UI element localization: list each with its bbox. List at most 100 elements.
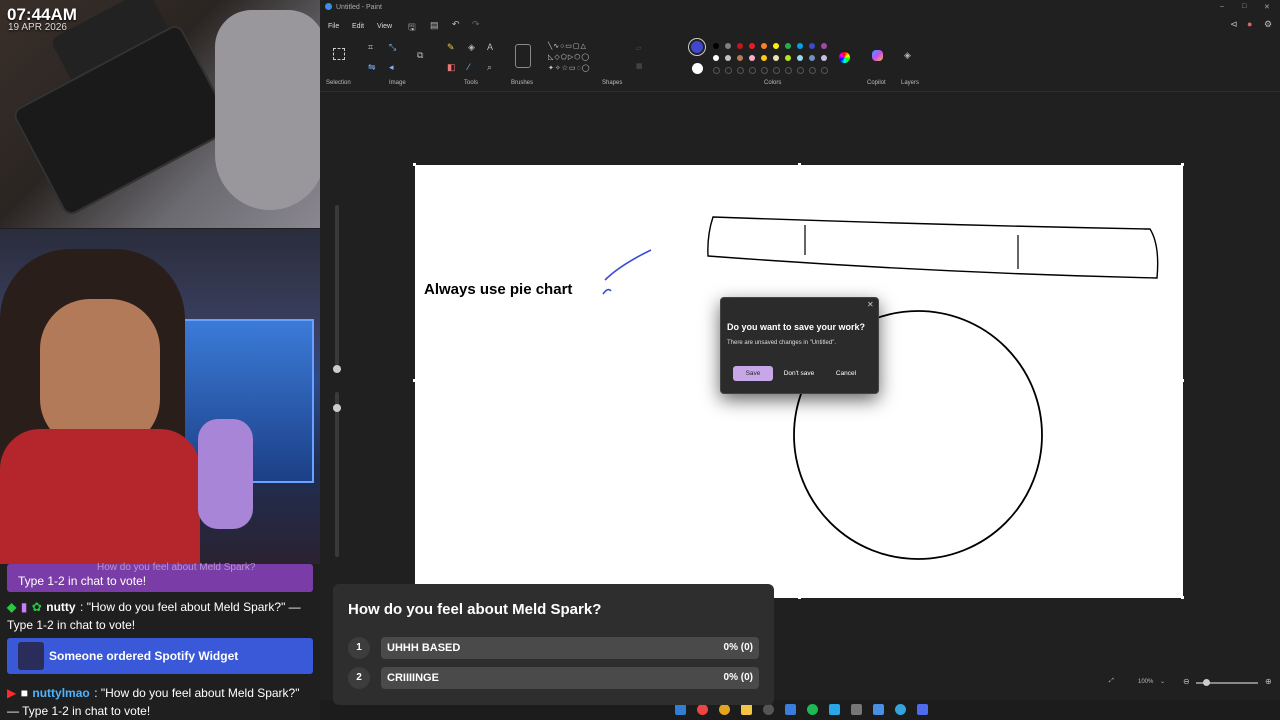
color-swatch[interactable]	[749, 55, 755, 61]
secondary-color-swatch[interactable]	[692, 63, 703, 74]
custom-color-slot[interactable]	[785, 67, 792, 74]
opacity-handle[interactable]	[333, 404, 341, 412]
bar-outline	[707, 216, 1159, 279]
resize-handle[interactable]	[1181, 163, 1184, 166]
custom-color-slot[interactable]	[713, 67, 720, 74]
custom-color-slot[interactable]	[821, 67, 828, 74]
resize-handle[interactable]	[1181, 596, 1184, 599]
edit-colors-icon[interactable]	[839, 52, 850, 63]
color-swatch[interactable]	[761, 55, 767, 61]
save-icon[interactable]: 🖫	[408, 20, 416, 36]
color-picker-icon[interactable]: ⁄	[468, 62, 470, 72]
custom-color-slot[interactable]	[761, 67, 768, 74]
zoom-out-icon[interactable]: ⊖	[1183, 677, 1190, 686]
undo-icon[interactable]: ↶	[452, 19, 460, 30]
save-button[interactable]: Save	[733, 366, 773, 381]
zoom-slider-handle[interactable]	[1203, 679, 1210, 686]
color-swatch[interactable]	[809, 55, 815, 61]
custom-color-slot[interactable]	[725, 67, 732, 74]
cancel-button[interactable]: Cancel	[827, 366, 865, 381]
menu-edit[interactable]: Edit	[352, 23, 364, 30]
flip-icon[interactable]: ⇋	[368, 62, 376, 73]
resize-handle[interactable]	[413, 163, 416, 166]
open-icon[interactable]: ▤	[430, 20, 439, 31]
close-window-icon[interactable]: ✕	[1264, 3, 1270, 11]
app-icon[interactable]	[829, 704, 840, 715]
color-swatch[interactable]	[797, 43, 803, 49]
text-tool-icon[interactable]: A	[487, 42, 493, 52]
resize-icon[interactable]: ⤡	[389, 42, 396, 53]
eraser-icon[interactable]: ◧	[447, 62, 456, 73]
menu-bar: File Edit View 🖫 ▤ ↶ ↷ ⊲ ● ⚙	[320, 17, 1280, 35]
color-swatch[interactable]	[749, 43, 755, 49]
color-swatch[interactable]	[773, 55, 779, 61]
crop-icon[interactable]: ⌗	[368, 42, 373, 53]
file-explorer-icon[interactable]	[741, 704, 752, 715]
menu-view[interactable]: View	[377, 23, 392, 30]
menu-file[interactable]: File	[328, 23, 339, 30]
resize-handle[interactable]	[1181, 379, 1184, 382]
chrome-icon[interactable]	[697, 704, 708, 715]
opacity-slider[interactable]	[335, 392, 339, 557]
color-swatch[interactable]	[713, 43, 719, 49]
zoom-in-icon[interactable]: ⊕	[1265, 677, 1272, 686]
color-swatch[interactable]	[761, 43, 767, 49]
color-swatch[interactable]	[785, 43, 791, 49]
color-swatch[interactable]	[725, 43, 731, 49]
shapes-gallery[interactable]: ╲∿○▭▢△ ◺◇⬠▷⬡◯ ✦✧☆▭◌◯	[548, 41, 591, 74]
custom-color-slot[interactable]	[749, 67, 756, 74]
spotify-icon[interactable]	[807, 704, 818, 715]
color-swatch[interactable]	[737, 55, 743, 61]
custom-color-slot[interactable]	[773, 67, 780, 74]
account-icon[interactable]: ●	[1247, 19, 1252, 29]
brush-size-slider[interactable]	[335, 205, 339, 365]
copilot-icon[interactable]	[872, 50, 883, 61]
settings-icon[interactable]: ⚙	[1264, 19, 1272, 30]
magnifier-icon[interactable]: ⌕	[487, 62, 492, 73]
brushes-icon[interactable]	[515, 44, 531, 68]
color-swatch[interactable]	[821, 43, 827, 49]
zoom-dropdown-icon[interactable]: ⌄	[1160, 678, 1165, 685]
color-swatch[interactable]	[785, 55, 791, 61]
close-dialog-icon[interactable]: ✕	[867, 300, 874, 309]
color-swatch[interactable]	[737, 43, 743, 49]
fill-shape-icon[interactable]: ▦	[636, 62, 643, 70]
fill-icon[interactable]: ◈	[468, 42, 475, 53]
color-swatch[interactable]	[809, 43, 815, 49]
primary-color-swatch[interactable]	[691, 41, 703, 53]
image-select-icon[interactable]: ⧉	[417, 50, 423, 61]
app-icon[interactable]	[785, 704, 796, 715]
brush-size-handle[interactable]	[333, 365, 341, 373]
color-swatch[interactable]	[725, 55, 731, 61]
maximize-icon[interactable]: □	[1242, 3, 1246, 10]
redo-icon[interactable]: ↷	[472, 19, 480, 30]
layers-icon[interactable]: ◈	[904, 50, 911, 61]
paint-taskbar-icon[interactable]	[895, 704, 906, 715]
custom-color-slot[interactable]	[809, 67, 816, 74]
fit-to-window-icon[interactable]: ⤢	[1109, 678, 1114, 685]
color-swatch[interactable]	[713, 55, 719, 61]
color-swatch[interactable]	[773, 43, 779, 49]
custom-color-slot[interactable]	[737, 67, 744, 74]
poll-question: How do you feel about Meld Spark?	[348, 601, 602, 618]
resize-handle[interactable]	[798, 163, 801, 166]
zoom-level[interactable]: 100%	[1138, 679, 1153, 685]
pencil-icon[interactable]: ✎	[447, 42, 455, 53]
resize-handle[interactable]	[798, 596, 801, 599]
share-icon[interactable]: ⊲	[1230, 19, 1238, 30]
app-icon[interactable]	[917, 704, 928, 715]
minimize-icon[interactable]: –	[1220, 3, 1224, 10]
rotate-icon[interactable]: ◂	[389, 62, 394, 73]
obs-icon[interactable]	[763, 704, 774, 715]
color-swatch[interactable]	[797, 55, 803, 61]
outline-icon[interactable]: ▱	[636, 44, 641, 52]
app-icon[interactable]	[851, 704, 862, 715]
start-icon[interactable]	[675, 704, 686, 715]
color-swatch[interactable]	[821, 55, 827, 61]
selection-tool-icon[interactable]	[333, 48, 345, 60]
app-icon[interactable]	[873, 704, 884, 715]
browser-icon[interactable]	[719, 704, 730, 715]
dont-save-button[interactable]: Don't save	[779, 366, 819, 381]
custom-color-slot[interactable]	[797, 67, 804, 74]
resize-handle[interactable]	[413, 379, 416, 382]
